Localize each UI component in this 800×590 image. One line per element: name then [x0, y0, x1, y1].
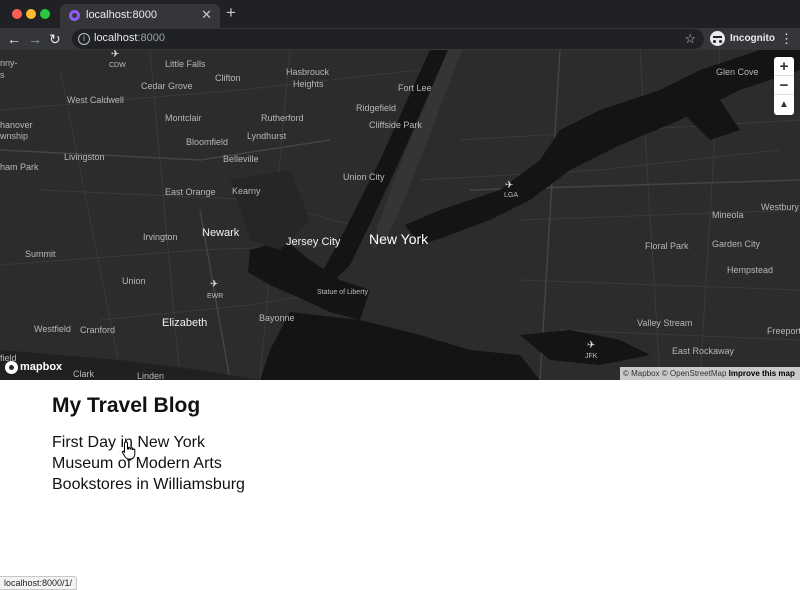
map-label-cliffside-park: Cliffside Park — [369, 120, 422, 130]
map-label-statue-of-liberty: Statue of Liberty — [317, 289, 368, 296]
map-label-cdw: CDW — [109, 62, 126, 69]
hand-pointer-icon — [121, 441, 136, 460]
map-label-hasbrouck: Hasbrouck — [286, 67, 330, 77]
map-label-hempstead: Hempstead — [727, 265, 774, 275]
map-label-elizabeth: Elizabeth — [162, 317, 208, 329]
map-label-westfield: Westfield — [34, 324, 71, 334]
new-tab-button[interactable]: + — [226, 3, 236, 23]
map-label-union-city: Union City — [343, 172, 385, 182]
incognito-icon — [710, 31, 725, 46]
close-window-button[interactable] — [12, 9, 22, 19]
browser-tab[interactable]: localhost:8000 ✕ — [60, 4, 220, 28]
airport-icon: ✈ — [111, 50, 120, 60]
mapbox-logo-text: mapbox — [20, 361, 63, 373]
maximize-window-button[interactable] — [40, 9, 50, 19]
map-label-ridgefield: Ridgefield — [356, 103, 397, 113]
map-attribution: © Mapbox © OpenStreetMap Improve this ma… — [620, 367, 800, 380]
browser-menu-icon[interactable]: ⋮ — [780, 30, 793, 48]
post-link[interactable]: Bookstores in Williamsburg — [52, 474, 245, 495]
airport-icon: ✈ — [210, 279, 219, 290]
map-label-rutherford: Rutherford — [261, 113, 304, 123]
map-label-edge: nny- — [0, 58, 18, 68]
map-label-heights: Heights — [293, 79, 324, 89]
page-title: My Travel Blog — [52, 394, 201, 417]
map-label-westbury: Westbury — [761, 202, 799, 212]
post-link[interactable]: First Day in New York — [52, 432, 245, 453]
tab-title: localhost:8000 — [86, 9, 157, 21]
map-zoom-control: + − ▲ — [774, 57, 794, 115]
map-label-linden: Linden — [137, 371, 165, 380]
map-label-ewr: EWR — [207, 293, 224, 300]
map-label-livingston: Livingston — [64, 152, 105, 162]
improve-map-link[interactable]: Improve this map — [729, 369, 795, 378]
map-label-kearny: Kearny — [232, 186, 261, 196]
map-label-east-rockaway: East Rockaway — [672, 346, 735, 356]
map-label-little-falls: Little Falls — [165, 59, 206, 69]
map-label-jersey-city: Jersey City — [286, 236, 341, 248]
attribution-text[interactable]: © Mapbox © OpenStreetMap — [623, 369, 726, 378]
favicon-icon — [69, 10, 80, 21]
map-label-cranford: Cranford — [80, 325, 116, 335]
map-label-newark: Newark — [202, 227, 240, 239]
map-label-east-orange: East Orange — [165, 187, 216, 197]
browser-toolbar: ← → ↻ i localhost:8000 ☆ Incognito ⋮ — [0, 28, 800, 50]
map-label-west-caldwell: West Caldwell — [67, 95, 124, 105]
map-label-montclair: Montclair — [165, 113, 202, 123]
map-label-new-york: New York — [369, 231, 429, 247]
map-label-bloomfield: Bloomfield — [186, 137, 229, 147]
map-label-floral-park: Floral Park — [645, 241, 689, 251]
map-label-lga: LGA — [504, 192, 519, 199]
url-host: localhost — [94, 32, 138, 44]
site-info-icon[interactable]: i — [78, 33, 90, 45]
list-item: Museum of Modern Arts — [52, 453, 245, 474]
bookmark-star-icon[interactable]: ☆ — [684, 31, 696, 47]
map-label-edge: hanover — [0, 120, 33, 130]
list-item: Bookstores in Williamsburg — [52, 474, 245, 495]
map-label-mineola: Mineola — [712, 210, 744, 220]
map[interactable]: nny- s ✈ CDW Little Falls Hasbrouck Heig… — [0, 50, 800, 380]
post-link[interactable]: Museum of Modern Arts — [52, 453, 245, 474]
url-port: :8000 — [137, 32, 165, 44]
map-label-garden-city: Garden City — [712, 239, 761, 249]
forward-icon[interactable]: → — [28, 29, 42, 49]
address-text: localhost:8000 — [94, 32, 165, 44]
map-label-fort-lee: Fort Lee — [398, 83, 432, 93]
airport-icon: ✈ — [505, 180, 514, 191]
map-label-edge: wnship — [0, 131, 29, 141]
tab-close-icon[interactable]: ✕ — [201, 7, 212, 23]
incognito-label: Incognito — [730, 33, 775, 44]
back-icon[interactable]: ← — [7, 29, 21, 49]
zoom-out-button[interactable]: − — [774, 76, 794, 95]
map-label-irvington: Irvington — [143, 232, 178, 242]
list-item: First Day in New York — [52, 432, 245, 453]
incognito-profile-button[interactable]: Incognito — [708, 30, 775, 48]
map-label-jfk: JFK — [585, 353, 598, 360]
minimize-window-button[interactable] — [26, 9, 36, 19]
blog-content: My Travel Blog First Day in New York Mus… — [52, 394, 245, 495]
link-status-bar: localhost:8000/1/ — [0, 576, 78, 590]
map-label-union: Union — [122, 276, 146, 286]
map-label-summit: Summit — [25, 249, 56, 259]
map-label-freeport: Freeport — [767, 326, 800, 336]
compass-reset-button[interactable]: ▲ — [774, 95, 794, 114]
mapbox-logo-icon — [5, 361, 18, 374]
map-label-cedar-grove: Cedar Grove — [141, 81, 193, 91]
map-label-clifton: Clifton — [215, 73, 241, 83]
reload-icon[interactable]: ↻ — [49, 29, 61, 49]
map-label-glen-cove: Glen Cove — [716, 67, 759, 77]
post-list: First Day in New York Museum of Modern A… — [52, 432, 245, 495]
map-label-valley-stream: Valley Stream — [637, 318, 693, 328]
map-label-belleville: Belleville — [223, 154, 259, 164]
map-label-clark: Clark — [73, 369, 95, 379]
map-label-edge: ham Park — [0, 162, 39, 172]
airport-icon: ✈ — [587, 340, 596, 351]
zoom-in-button[interactable]: + — [774, 57, 794, 76]
browser-titlebar: localhost:8000 ✕ + — [0, 0, 800, 28]
address-bar[interactable]: i localhost:8000 ☆ — [72, 29, 704, 49]
map-label-bayonne: Bayonne — [259, 313, 295, 323]
map-label-edge: s — [0, 70, 5, 80]
map-label-lyndhurst: Lyndhurst — [247, 131, 287, 141]
